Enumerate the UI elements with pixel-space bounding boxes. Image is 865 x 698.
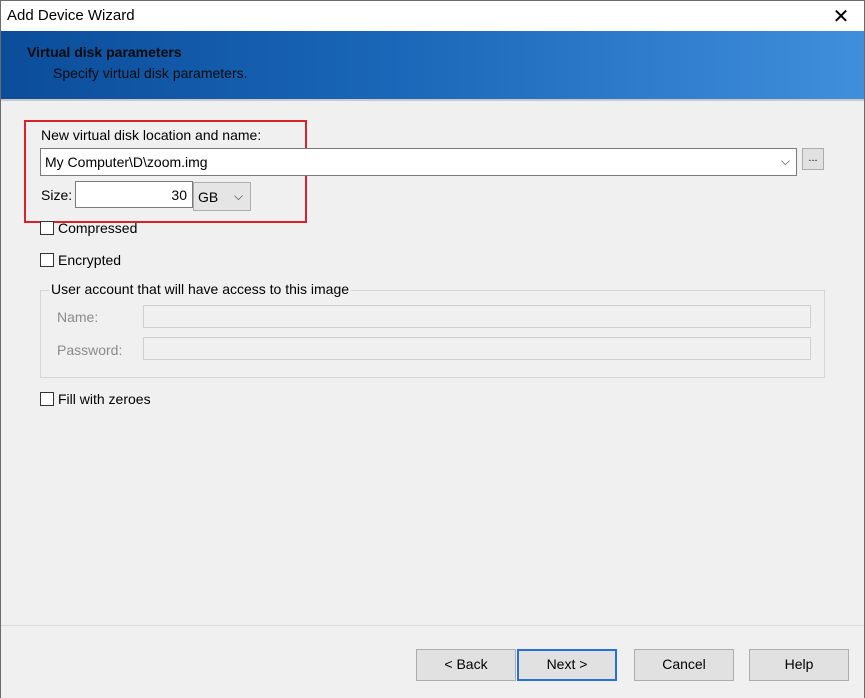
help-button[interactable]: Help <box>749 649 849 681</box>
compressed-label: Compressed <box>58 220 138 236</box>
wizard-header: Virtual disk parameters Specify virtual … <box>1 31 864 99</box>
title-bar: Add Device Wizard ✕ <box>1 1 864 31</box>
close-button[interactable]: ✕ <box>818 1 864 31</box>
size-input[interactable]: 30 <box>75 181 193 208</box>
location-value: My Computer\D\zoom.img <box>45 154 208 170</box>
encrypted-label: Encrypted <box>58 252 122 268</box>
encrypted-checkbox[interactable] <box>40 253 54 267</box>
password-input[interactable] <box>143 337 811 360</box>
window-title: Add Device Wizard <box>7 7 135 24</box>
user-account-legend: User account that will have access to th… <box>49 281 352 297</box>
name-label: Name: <box>57 309 99 325</box>
add-device-wizard-window: Add Device Wizard ✕ Virtual disk paramet… <box>0 0 865 698</box>
name-input[interactable] <box>143 305 811 328</box>
size-unit-select[interactable]: GB ⌵ <box>193 182 251 211</box>
cancel-button[interactable]: Cancel <box>634 649 734 681</box>
browse-button[interactable]: ... <box>802 148 824 170</box>
user-account-group: User account that will have access to th… <box>40 281 825 378</box>
header-title: Virtual disk parameters <box>27 44 182 60</box>
fill-zeroes-label: Fill with zeroes <box>58 391 151 407</box>
wizard-footer: < Back Next > Cancel Help <box>1 626 864 698</box>
location-label: New virtual disk location and name: <box>41 127 262 143</box>
close-icon: ✕ <box>832 5 850 28</box>
fill-zeroes-checkbox[interactable] <box>40 392 54 406</box>
chevron-down-icon: ⌵ <box>780 154 790 168</box>
compressed-checkbox[interactable] <box>40 221 54 235</box>
header-subtitle: Specify virtual disk parameters. <box>53 65 248 81</box>
password-label: Password: <box>57 342 123 358</box>
next-button[interactable]: Next > <box>517 649 617 681</box>
chevron-down-icon: ⌵ <box>233 189 243 203</box>
size-value: 30 <box>171 187 187 203</box>
size-label: Size: <box>41 187 73 203</box>
back-button[interactable]: < Back <box>416 649 516 681</box>
wizard-content: New virtual disk location and name: My C… <box>1 101 864 625</box>
size-unit-value: GB <box>198 189 219 205</box>
location-combobox[interactable]: My Computer\D\zoom.img ⌵ <box>40 148 797 176</box>
